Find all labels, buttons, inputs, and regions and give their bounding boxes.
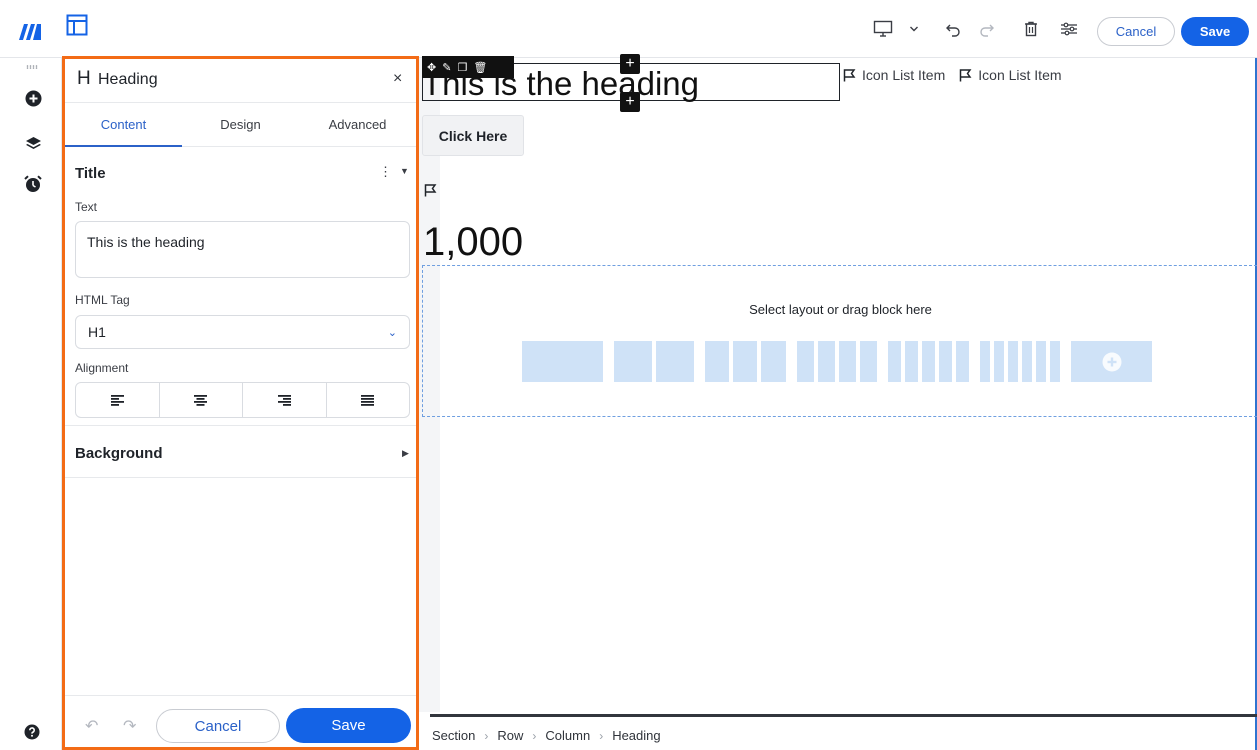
caret-down-icon[interactable]: ▼ bbox=[400, 166, 409, 176]
flag-icon bbox=[843, 68, 856, 81]
alarm-clock-icon[interactable] bbox=[24, 175, 42, 193]
breadcrumb-heading[interactable]: Heading bbox=[612, 728, 660, 743]
more-vertical-icon[interactable]: ⋮ bbox=[379, 164, 392, 180]
alignment-label: Alignment bbox=[75, 361, 129, 375]
layout-options bbox=[522, 341, 1152, 382]
cancel-button[interactable]: Cancel bbox=[1097, 17, 1175, 46]
align-right-button[interactable] bbox=[243, 383, 327, 417]
chevron-down-icon[interactable] bbox=[903, 18, 925, 40]
help-icon[interactable] bbox=[24, 724, 40, 745]
left-rail bbox=[0, 58, 62, 750]
close-icon[interactable]: × bbox=[393, 70, 402, 88]
align-center-button[interactable] bbox=[160, 383, 243, 417]
tab-advanced[interactable]: Advanced bbox=[299, 103, 416, 146]
html-tag-value: H1 bbox=[88, 324, 106, 340]
align-justify-button[interactable] bbox=[327, 383, 410, 417]
add-circle-icon bbox=[1102, 352, 1121, 371]
layers-icon[interactable] bbox=[24, 135, 42, 153]
icon-list-item[interactable]: Icon List Item bbox=[843, 67, 945, 83]
breadcrumb-column[interactable]: Column bbox=[545, 728, 590, 743]
layout-3-columns[interactable] bbox=[705, 341, 786, 382]
align-right-icon bbox=[277, 394, 291, 406]
heading-text-field[interactable]: This is the heading bbox=[75, 221, 410, 278]
edit-icon[interactable]: ✎ bbox=[442, 61, 451, 74]
align-justify-icon bbox=[361, 394, 375, 406]
add-below-icon[interactable]: + bbox=[620, 92, 640, 112]
layout-drop-zone[interactable]: Select layout or drag block here bbox=[422, 265, 1257, 417]
counter-value[interactable]: 1,000 bbox=[423, 220, 523, 265]
drag-handle-icon[interactable] bbox=[26, 65, 40, 69]
layout-5-columns[interactable] bbox=[888, 341, 969, 382]
chevron-right-icon: › bbox=[484, 728, 489, 743]
chevron-right-icon: › bbox=[599, 728, 604, 743]
caret-right-icon[interactable]: ▶ bbox=[402, 448, 409, 459]
align-left-button[interactable] bbox=[76, 383, 160, 417]
layout-4-columns[interactable] bbox=[797, 341, 877, 382]
panel-footer: ↶ ↷ Cancel Save bbox=[65, 695, 416, 750]
breadcrumb-row[interactable]: Row bbox=[497, 728, 523, 743]
breadcrumb: Section › Row › Column › Heading bbox=[432, 728, 661, 743]
panel-cancel-button[interactable]: Cancel bbox=[156, 709, 280, 743]
move-icon[interactable]: ✥ bbox=[427, 61, 436, 74]
chevron-down-icon: ⌄ bbox=[387, 326, 397, 339]
align-left-icon bbox=[110, 394, 124, 406]
undo-icon[interactable] bbox=[942, 18, 964, 40]
add-custom-layout-button[interactable] bbox=[1071, 341, 1152, 382]
flag-icon[interactable] bbox=[424, 184, 437, 197]
undo-icon[interactable]: ↶ bbox=[85, 716, 98, 736]
redo-icon[interactable]: ↷ bbox=[123, 716, 136, 736]
divider bbox=[65, 477, 416, 478]
breadcrumb-section[interactable]: Section bbox=[432, 728, 475, 743]
chevron-right-icon: › bbox=[532, 728, 537, 743]
duplicate-icon[interactable]: ❐ bbox=[457, 61, 467, 74]
save-button[interactable]: Save bbox=[1181, 17, 1249, 46]
alignment-buttons bbox=[75, 382, 410, 418]
panel-title: Heading bbox=[98, 71, 158, 88]
html-tag-select[interactable]: H1 ⌄ bbox=[75, 315, 410, 349]
section-title[interactable]: Title bbox=[75, 165, 106, 182]
trash-icon[interactable] bbox=[1020, 18, 1042, 40]
flag-icon bbox=[960, 68, 972, 81]
divider bbox=[65, 425, 416, 426]
click-here-button[interactable]: Click Here bbox=[422, 115, 524, 156]
canvas-bottom-border bbox=[430, 714, 1257, 717]
layout-icon[interactable] bbox=[66, 14, 88, 36]
layout-6-columns[interactable] bbox=[980, 341, 1060, 382]
panel-header: H Heading × bbox=[65, 59, 416, 103]
add-circle-icon[interactable] bbox=[24, 89, 42, 107]
sliders-icon[interactable] bbox=[1058, 18, 1080, 40]
layout-1-column[interactable] bbox=[522, 341, 603, 382]
text-label: Text bbox=[75, 200, 98, 214]
element-settings-panel: H Heading × Content Design Advanced Titl… bbox=[62, 56, 419, 750]
top-toolbar: Cancel Save bbox=[0, 0, 1257, 58]
html-tag-label: HTML Tag bbox=[75, 293, 130, 307]
layout-2-columns[interactable] bbox=[614, 341, 694, 382]
brand-logo-icon bbox=[19, 24, 41, 40]
trash-icon[interactable]: 🗑 bbox=[473, 61, 487, 74]
desktop-icon[interactable] bbox=[872, 18, 894, 40]
background-section[interactable]: Background bbox=[75, 445, 163, 462]
tab-design[interactable]: Design bbox=[182, 103, 299, 146]
heading-icon: H bbox=[77, 68, 91, 89]
drop-zone-text: Select layout or drag block here bbox=[749, 302, 932, 317]
align-center-icon bbox=[194, 394, 208, 406]
panel-save-button[interactable]: Save bbox=[286, 708, 411, 743]
add-above-icon[interactable]: + bbox=[620, 54, 640, 74]
icon-list-item[interactable]: Icon List Item bbox=[959, 67, 1062, 83]
redo-icon[interactable] bbox=[976, 18, 998, 40]
icon-list: Icon List Item Icon List Item bbox=[843, 67, 1062, 83]
tab-content[interactable]: Content bbox=[65, 103, 182, 147]
panel-tabs: Content Design Advanced bbox=[65, 103, 416, 147]
element-mini-toolbar: ✥ ✎ ❐ 🗑 bbox=[422, 56, 514, 78]
